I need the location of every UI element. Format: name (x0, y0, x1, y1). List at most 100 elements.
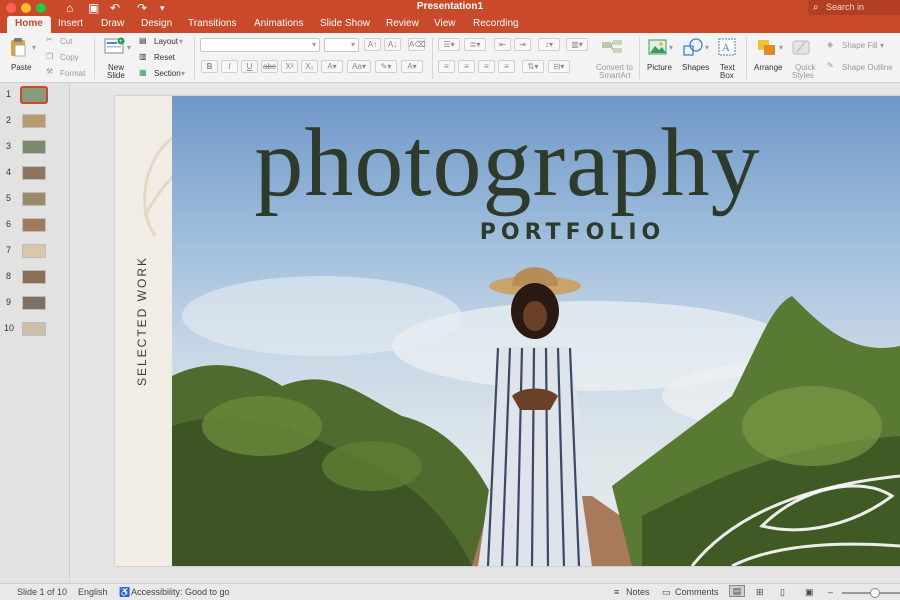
align-right-icon[interactable]: ≡ (478, 60, 495, 73)
shape-outline-button[interactable]: Shape Outline (842, 63, 893, 72)
new-slide-icon[interactable]: + (104, 37, 126, 55)
current-slide[interactable]: SELECTED WORK photography PORTFOLIO (115, 96, 900, 566)
increase-indent-icon[interactable]: ⇥ (514, 38, 531, 51)
selected-work-label[interactable]: SELECTED WORK (135, 256, 149, 386)
slide-thumbnail-panel: 1 2 3 4 5 6 7 8 9 10 (0, 83, 70, 583)
slide-thumbnail[interactable]: 2 (0, 111, 70, 133)
numbering-icon[interactable]: ≣▾ (464, 38, 486, 51)
slide-thumbnail[interactable]: 1 (0, 85, 70, 107)
shapes-button[interactable]: Shapes (682, 63, 709, 72)
bullets-icon[interactable]: ☰▾ (438, 38, 460, 51)
layout-button[interactable]: Layout (154, 37, 178, 46)
slide-thumbnail[interactable]: 10 (0, 319, 70, 341)
text-direction-icon[interactable]: ⇅▾ (522, 60, 544, 73)
slide-title[interactable]: photography (115, 114, 900, 212)
tab-animations[interactable]: Animations (254, 16, 303, 33)
text-box-icon[interactable]: A (718, 38, 736, 56)
paste-dropdown-icon[interactable]: ▾ (32, 43, 36, 52)
justify-icon[interactable]: ≡ (498, 60, 515, 73)
reset-button[interactable]: Reset (154, 53, 175, 62)
line-spacing-icon[interactable]: ↕▾ (538, 38, 560, 51)
new-slide-dropdown-icon[interactable]: ▾ (127, 43, 131, 52)
zoom-slider[interactable] (842, 588, 900, 598)
cut-button[interactable]: Cut (60, 37, 72, 46)
quick-styles-icon[interactable] (791, 38, 813, 56)
font-family-select[interactable]: ▾ (200, 38, 320, 52)
normal-view-icon[interactable]: ▤ (729, 585, 745, 597)
tab-insert[interactable]: Insert (58, 16, 83, 33)
slide-number: 4 (6, 167, 12, 177)
italic-button[interactable]: I (221, 60, 238, 73)
notes-button[interactable]: Notes (626, 587, 650, 597)
font-size-select[interactable]: ▾ (324, 38, 359, 52)
copy-icon[interactable]: ❐ (46, 52, 53, 61)
picture-icon[interactable] (648, 38, 668, 56)
slide-thumbnail[interactable]: 4 (0, 163, 70, 185)
paste-icon[interactable] (9, 37, 27, 57)
clear-formatting-icon[interactable]: A⌫ (408, 38, 426, 51)
slide-show-view-icon[interactable]: ▣ (805, 587, 814, 598)
slide-sorter-view-icon[interactable]: ⊞ (756, 587, 764, 598)
copy-button[interactable]: Copy (60, 53, 79, 62)
slide-editing-canvas[interactable]: SELECTED WORK photography PORTFOLIO (71, 83, 900, 583)
shape-fill-button[interactable]: Shape Fill (842, 41, 878, 50)
arrange-dropdown-icon[interactable]: ▾ (779, 43, 783, 52)
slide-thumbnail[interactable]: 6 (0, 215, 70, 237)
decrease-indent-icon[interactable]: ⇤ (494, 38, 511, 51)
comments-button[interactable]: Comments (675, 587, 719, 597)
slide-thumbnail-image (22, 270, 46, 284)
columns-icon[interactable]: ▥▾ (566, 38, 588, 51)
slide-thumbnail[interactable]: 8 (0, 267, 70, 289)
zoom-slider-handle[interactable] (870, 588, 880, 598)
decrease-font-size-icon[interactable]: A↓ (384, 38, 401, 51)
font-color-icon[interactable]: A▾ (401, 60, 423, 73)
accessibility-status[interactable]: Accessibility: Good to go (131, 587, 230, 597)
superscript-button[interactable]: X² (281, 60, 298, 73)
zoom-out-icon[interactable]: – (828, 587, 833, 597)
slide-subtitle[interactable]: PORTFOLIO (115, 220, 900, 245)
search-input[interactable]: ⌕ Search in Presentation (808, 0, 900, 27)
align-text-icon[interactable]: ⊟▾ (548, 60, 570, 73)
strikethrough-button[interactable]: abc (261, 60, 278, 73)
format-painter-button[interactable]: Format (60, 69, 85, 78)
slide-thumbnail[interactable]: 7 (0, 241, 70, 263)
bold-button[interactable]: B (201, 60, 218, 73)
reading-view-icon[interactable]: ▯ (780, 587, 785, 598)
smartart-icon[interactable] (600, 38, 624, 56)
shape-fill-dropdown-icon[interactable]: ▾ (880, 41, 884, 50)
increase-font-size-icon[interactable]: A↑ (364, 38, 381, 51)
chevron-down-icon: ▾ (350, 40, 355, 49)
arrange-icon[interactable] (756, 38, 778, 56)
text-effects-icon[interactable]: A▾ (321, 60, 343, 73)
align-left-icon[interactable]: ≡ (438, 60, 455, 73)
tab-home[interactable]: Home (7, 16, 51, 33)
align-center-icon[interactable]: ≡ (458, 60, 475, 73)
layout-dropdown-icon[interactable]: ▾ (179, 37, 183, 46)
subscript-button[interactable]: X₂ (301, 60, 318, 73)
shapes-dropdown-icon[interactable]: ▾ (705, 43, 709, 52)
underline-button[interactable]: U (241, 60, 258, 73)
paste-button[interactable]: Paste (11, 63, 31, 72)
slide-thumbnail[interactable]: 3 (0, 137, 70, 159)
language-indicator[interactable]: English (78, 587, 108, 597)
section-button[interactable]: Section (154, 69, 181, 78)
shapes-icon[interactable] (682, 37, 704, 57)
tab-design[interactable]: Design (141, 16, 172, 33)
arrange-button[interactable]: Arrange (754, 63, 782, 72)
tab-view[interactable]: View (434, 16, 456, 33)
tab-draw[interactable]: Draw (101, 16, 124, 33)
section-dropdown-icon[interactable]: ▾ (181, 69, 185, 78)
tab-review[interactable]: Review (386, 16, 419, 33)
format-painter-icon[interactable]: ⚒ (46, 67, 53, 76)
slide-thumbnail[interactable]: 9 (0, 293, 70, 315)
notes-icon: ≡ (614, 587, 620, 597)
change-case-icon[interactable]: Aa▾ (347, 60, 371, 73)
tab-recording[interactable]: Recording (473, 16, 519, 33)
picture-button[interactable]: Picture (647, 63, 672, 72)
highlight-color-icon[interactable]: ✎▾ (375, 60, 397, 73)
picture-dropdown-icon[interactable]: ▾ (669, 43, 673, 52)
tab-slide-show[interactable]: Slide Show (320, 16, 370, 33)
slide-thumbnail[interactable]: 5 (0, 189, 70, 211)
cut-icon[interactable]: ✂ (46, 35, 53, 44)
tab-transitions[interactable]: Transitions (188, 16, 237, 33)
